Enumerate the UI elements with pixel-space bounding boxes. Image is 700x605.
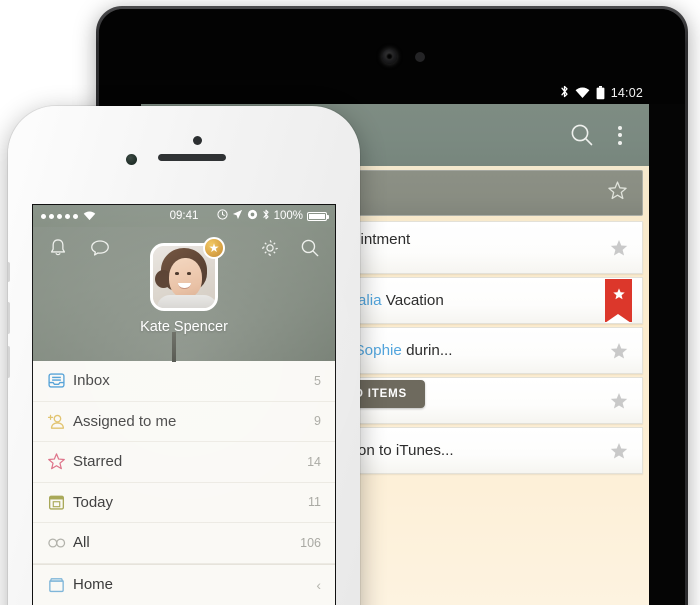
sidebar-item-starred[interactable]: Starred 14 <box>33 442 335 483</box>
front-camera-icon <box>126 154 137 165</box>
earpiece-speaker <box>158 154 226 161</box>
gear-icon[interactable] <box>259 237 281 264</box>
iphone-device: 09:41 100% ★ Kate Spencer Inbox 5 Assign… <box>8 106 360 605</box>
chevron-left-icon[interactable]: ‹ <box>316 577 321 593</box>
profile-user-name: Kate Spencer <box>140 319 228 335</box>
battery-icon <box>596 85 605 100</box>
battery-icon <box>307 211 329 221</box>
sidebar-item-home[interactable]: Home ‹ <box>33 565 335 605</box>
task-star-button[interactable] <box>596 238 642 258</box>
star-badge-icon: ★ <box>203 237 225 259</box>
task-star-button[interactable] <box>596 341 642 361</box>
sidebar-item-label: All <box>73 534 90 552</box>
location-arrow-icon <box>232 209 243 223</box>
star-outline-icon[interactable] <box>607 180 628 206</box>
sidebar-nav-list: Inbox 5 Assigned to me 9 Starred 14 Toda… <box>33 361 335 605</box>
inbox-icon <box>47 371 73 390</box>
ios-status-bar: 09:41 100% <box>33 205 335 227</box>
sidebar-item-label: Inbox <box>73 372 110 390</box>
sidebar-item-count: 106 <box>300 535 321 550</box>
sidebar-item-assigned-to-me[interactable]: Assigned to me 9 <box>33 402 335 442</box>
rotation-lock-icon <box>247 209 258 223</box>
bluetooth-icon <box>262 209 270 223</box>
volume-up-button[interactable] <box>8 302 10 334</box>
sidebar-item-count: 9 <box>314 414 321 429</box>
header-left-icons <box>47 237 111 264</box>
sidebar-item-today[interactable]: Today 11 <box>33 483 335 523</box>
ambient-sensor-icon <box>193 136 202 145</box>
task-star-button[interactable] <box>596 391 642 411</box>
folder-icon <box>47 575 73 594</box>
android-status-bar: 14:02 <box>99 81 685 104</box>
ios-status-right: 100% <box>216 209 329 223</box>
tablet-clock: 14:02 <box>610 85 643 100</box>
silent-switch[interactable] <box>8 262 10 282</box>
front-camera-icon <box>382 49 397 64</box>
task-flag-starred[interactable] <box>605 279 632 323</box>
overflow-menu-icon[interactable] <box>613 122 627 149</box>
search-icon[interactable] <box>299 237 321 264</box>
header-right-icons <box>259 237 321 264</box>
sidebar-item-label: Home <box>73 576 114 594</box>
bell-icon[interactable] <box>47 237 69 264</box>
avatar-wrapper[interactable]: ★ <box>150 237 225 311</box>
task-star-button[interactable] <box>596 441 642 461</box>
sidebar-item-count: 11 <box>308 495 321 510</box>
phone-screen: 09:41 100% ★ Kate Spencer Inbox 5 Assign… <box>32 204 336 605</box>
bluetooth-icon <box>560 85 569 100</box>
sidebar-item-all[interactable]: All 106 <box>33 523 335 564</box>
sidebar-item-count: 14 <box>307 454 321 469</box>
sidebar-item-count: 5 <box>314 373 321 388</box>
sidebar-item-inbox[interactable]: Inbox 5 <box>33 361 335 402</box>
phone-profile-header: ★ Kate Spencer <box>33 227 335 362</box>
chat-bubble-icon[interactable] <box>89 237 111 264</box>
infinity-icon <box>47 535 73 551</box>
battery-percent-label: 100% <box>273 210 303 222</box>
alarm-icon <box>216 209 228 223</box>
wifi-icon <box>575 87 590 99</box>
sidebar-item-label: Assigned to me <box>73 412 177 430</box>
proximity-sensor-icon <box>415 52 425 62</box>
volume-down-button[interactable] <box>8 346 10 378</box>
sidebar-item-label: Today <box>73 493 114 511</box>
screenshot-stage: 14:02 appointment Vacation #Sophie durin… <box>0 0 700 605</box>
star-icon <box>47 452 73 471</box>
search-icon[interactable] <box>569 122 595 148</box>
calendar-icon <box>47 493 73 512</box>
assigned-user-icon <box>47 412 73 431</box>
phone-inner: 09:41 100% ★ Kate Spencer Inbox 5 Assign… <box>8 106 360 605</box>
sidebar-item-label: Starred <box>73 453 123 471</box>
